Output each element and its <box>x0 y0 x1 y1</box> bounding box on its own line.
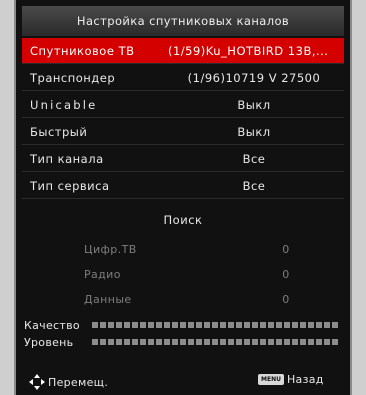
radio-label: Радио <box>84 267 121 281</box>
data-label: Данные <box>84 292 132 306</box>
unicable-label: Unicable <box>30 97 98 112</box>
quality-bar <box>92 322 338 328</box>
level-bar <box>92 339 338 345</box>
satellite-setup-panel: Настройка спутниковых каналов Спутниково… <box>14 0 352 395</box>
digital-tv-count: 0 <box>282 242 290 256</box>
quality-label: Качество <box>24 318 80 332</box>
level-meter: Уровень <box>16 335 354 349</box>
move-hint: Перемещ. <box>28 373 108 391</box>
digital-tv-label: Цифр.ТВ <box>84 242 137 256</box>
service-type-value: Все <box>242 178 266 193</box>
channel-type-value: Все <box>242 151 266 166</box>
radio-count: 0 <box>282 267 290 281</box>
satellite-value: (1/59)Ku_HOTBIRD 13B,... <box>168 43 329 58</box>
menu-row-service-type[interactable]: Тип сервиса Все <box>22 173 344 199</box>
panel-title: Настройка спутниковых каналов <box>22 6 344 36</box>
result-row-digital-tv: Цифр.ТВ 0 <box>22 238 344 260</box>
channel-type-label: Тип канала <box>30 151 104 166</box>
footer-hints: Перемещ. MENU Назад <box>16 370 354 392</box>
quality-meter: Качество <box>16 318 354 332</box>
transponder-value: (1/96)10719 V 27500 <box>187 70 321 85</box>
navigate-arrows-icon <box>29 374 45 390</box>
result-row-radio: Радио 0 <box>22 263 344 285</box>
menu-row-transponder[interactable]: Транспондер (1/96)10719 V 27500 <box>22 65 344 91</box>
menu-key-icon: MENU <box>258 374 284 385</box>
satellite-label: Спутниковое ТВ <box>30 43 135 58</box>
fast-label: Быстрый <box>30 124 88 139</box>
service-type-label: Тип сервиса <box>30 178 110 193</box>
menu-row-channel-type[interactable]: Тип канала Все <box>22 146 344 172</box>
menu-row-fast[interactable]: Быстрый Выкл <box>22 119 344 145</box>
menu-row-unicable[interactable]: Unicable Выкл <box>22 92 344 118</box>
level-label: Уровень <box>24 335 74 349</box>
panel-title-text: Настройка спутниковых каналов <box>76 14 290 28</box>
fast-value: Выкл <box>237 124 271 139</box>
search-button[interactable]: Поиск <box>22 208 344 232</box>
menu-row-satellite[interactable]: Спутниковое ТВ (1/59)Ku_HOTBIRD 13B,... <box>22 38 344 64</box>
transponder-label: Транспондер <box>30 70 116 85</box>
unicable-value: Выкл <box>237 97 271 112</box>
back-hint-label: Назад <box>286 373 324 386</box>
move-hint-label: Перемещ. <box>48 375 109 389</box>
back-hint: MENU Назад <box>258 373 324 386</box>
result-row-data: Данные 0 <box>22 288 344 310</box>
data-count: 0 <box>282 292 290 306</box>
